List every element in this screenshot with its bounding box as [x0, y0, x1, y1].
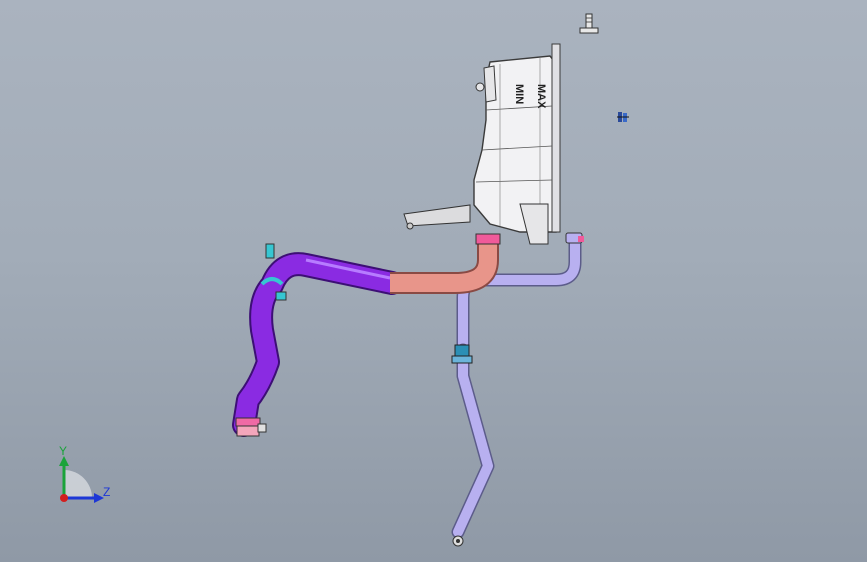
triad-icon[interactable]: Y Z: [59, 444, 110, 503]
drain-hose[interactable]: [451, 343, 495, 547]
cad-viewport[interactable]: MIN MAX Y Z: [0, 0, 867, 562]
axis-z-label: Z: [103, 485, 110, 499]
junction-hose[interactable]: [390, 233, 501, 294]
small-part-icon[interactable]: [617, 112, 629, 122]
tank-min-label: MIN: [513, 84, 525, 104]
bolt-icon[interactable]: [579, 13, 599, 34]
assembly-scene[interactable]: MIN MAX Y Z: [0, 0, 867, 562]
axis-y-label: Y: [59, 444, 67, 458]
expansion-tank[interactable]: MIN MAX: [403, 43, 561, 245]
radiator-hose[interactable]: [232, 243, 404, 437]
tank-max-label: MAX: [535, 84, 547, 109]
